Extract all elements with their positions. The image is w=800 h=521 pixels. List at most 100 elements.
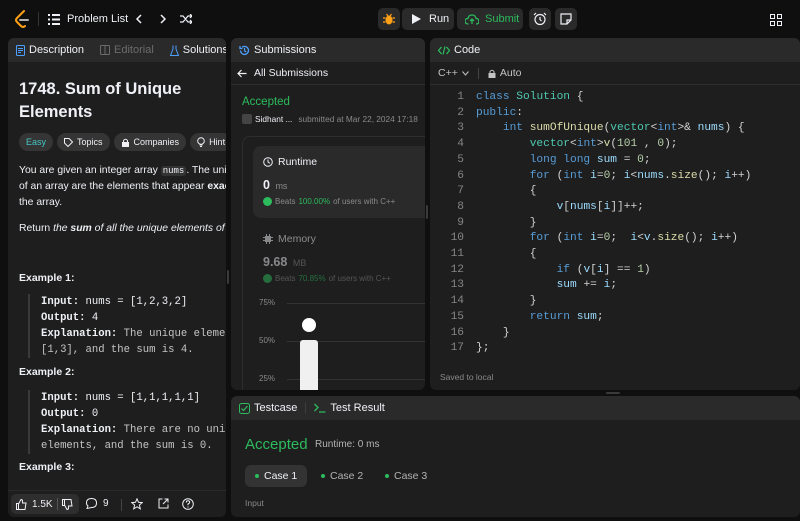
code-line: } <box>476 294 537 310</box>
inline-code: nums <box>160 166 187 176</box>
submission-status: Accepted <box>242 96 290 108</box>
code-token: [ <box>596 200 604 213</box>
tab-testcase[interactable]: Testcase <box>231 396 305 420</box>
code-token: ( <box>570 263 584 276</box>
topics-tag[interactable]: Topics <box>57 133 110 151</box>
memory-card[interactable]: Memory 9.68 MB Beats 70.85% of users wit… <box>253 223 425 293</box>
runtime-card[interactable]: Runtime 0 ms Beats 100.00% of users with… <box>253 146 425 218</box>
hint-tag[interactable]: Hint <box>190 133 226 151</box>
beats-label: Beats <box>275 197 296 206</box>
notes-button[interactable] <box>555 8 577 30</box>
prev-problem-icon[interactable] <box>132 11 146 27</box>
tab-description[interactable]: Description <box>8 38 92 62</box>
companies-tag[interactable]: Companies <box>113 133 187 151</box>
tab-test-result[interactable]: Test Result <box>306 396 392 420</box>
code-editor[interactable]: 1 2 3 4 5 6 7 8 9 10 11 12 13 14 15 16 1… <box>430 90 800 360</box>
next-problem-icon[interactable] <box>156 11 170 27</box>
like-button[interactable]: 1.5K <box>11 494 79 514</box>
resize-handle[interactable] <box>426 205 428 219</box>
tab-solutions[interactable]: Solutions <box>162 38 226 62</box>
code-token: ( <box>549 232 564 245</box>
debug-button[interactable] <box>378 8 400 30</box>
line-number: 1 <box>457 91 464 103</box>
value: 0 <box>85 408 99 420</box>
case-3-tab[interactable]: Case 3 <box>375 465 437 487</box>
problem-description: You are given an integer array nums. The… <box>19 163 226 237</box>
submission-meta: Sidhant ... submitted at Mar 22, 2024 17… <box>242 114 418 124</box>
beats-percent: 100.00% <box>298 197 331 206</box>
value: There are no unique <box>123 424 226 436</box>
share-icon[interactable] <box>158 498 169 509</box>
line-number: 10 <box>450 232 464 245</box>
thumbs-down-icon[interactable] <box>61 498 73 510</box>
tag-icon <box>64 137 74 147</box>
code-line: long long sum = 0; <box>476 153 651 169</box>
comment-icon <box>86 498 97 509</box>
code-token: for <box>529 169 550 182</box>
problem-list-link[interactable]: Problem List <box>67 11 128 27</box>
case-2-label: Case 2 <box>330 470 364 482</box>
code-line: v[nums[i]]++; <box>476 200 644 216</box>
tab-solutions-label: Solutions <box>182 44 226 56</box>
leetcode-logo-icon[interactable] <box>12 9 32 29</box>
auto-mode[interactable]: Auto <box>488 67 521 79</box>
code-token: ; <box>643 153 651 166</box>
resize-handle[interactable] <box>227 270 229 284</box>
submit-button[interactable]: Submit <box>457 8 523 30</box>
submission-user[interactable]: Sidhant ... <box>255 114 292 124</box>
line-number: 8 <box>457 200 464 213</box>
difficulty-badge[interactable]: Easy <box>19 133 54 151</box>
tab-editorial-label: Editorial <box>114 44 154 56</box>
code-line: sum += i; <box>476 278 617 294</box>
comments-button[interactable]: 9 <box>86 498 109 509</box>
problem-title-line2: Elements <box>19 103 93 121</box>
code-token: vector <box>610 122 651 135</box>
code-token: 1 <box>637 263 644 276</box>
list-icon[interactable] <box>46 11 62 27</box>
label: Explanation: <box>41 424 118 436</box>
history-icon <box>239 45 250 55</box>
example-2-heading: Example 2: <box>19 366 75 378</box>
tab-editorial[interactable]: Editorial <box>92 38 162 62</box>
saved-status: Saved to local <box>440 372 494 382</box>
code-token: nums <box>697 122 725 135</box>
code-token: int <box>563 232 591 245</box>
case-1-tab[interactable]: Case 1 <box>245 465 308 487</box>
code-token: ); <box>664 138 678 151</box>
help-icon[interactable] <box>182 498 194 510</box>
run-button[interactable]: Run <box>402 8 454 30</box>
play-icon <box>412 14 421 24</box>
code-token: . <box>664 169 671 182</box>
test-result-panel: Testcase Test Result Accepted Runtime: 0… <box>231 396 800 517</box>
topics-tag-label: Topics <box>77 137 103 147</box>
tab-testcase-label: Testcase <box>254 402 298 414</box>
resize-handle[interactable] <box>606 392 620 394</box>
note-icon <box>560 13 572 25</box>
tick-label: 50% <box>259 336 276 345</box>
chart-bar[interactable] <box>300 340 318 390</box>
all-submissions-link[interactable]: All Submissions <box>231 62 425 85</box>
tick-label: 25% <box>259 374 276 383</box>
gridline <box>287 303 425 304</box>
language-select[interactable]: C++ <box>438 67 469 79</box>
shuffle-icon[interactable] <box>178 11 194 27</box>
layout-grid-icon[interactable] <box>770 13 782 26</box>
avatar[interactable] <box>242 114 252 124</box>
case-2-tab[interactable]: Case 2 <box>311 465 373 487</box>
description-line1: You are given an integer array nums. The… <box>19 163 226 179</box>
tab-code[interactable]: Code <box>430 38 488 62</box>
timer-button[interactable] <box>529 8 551 30</box>
code-line: for (int i=0; i<nums.size(); i++) <box>476 169 752 185</box>
description-panel-header: Description Editorial Solutions <box>8 38 226 62</box>
code-token: long long <box>529 153 597 166</box>
star-icon[interactable] <box>131 498 143 510</box>
tab-submissions[interactable]: Submissions <box>231 38 324 62</box>
code-token: } <box>476 326 510 339</box>
code-token: i <box>711 232 718 245</box>
code-line: } <box>476 216 537 232</box>
lock-icon <box>488 69 496 78</box>
code-token: int <box>502 122 530 135</box>
